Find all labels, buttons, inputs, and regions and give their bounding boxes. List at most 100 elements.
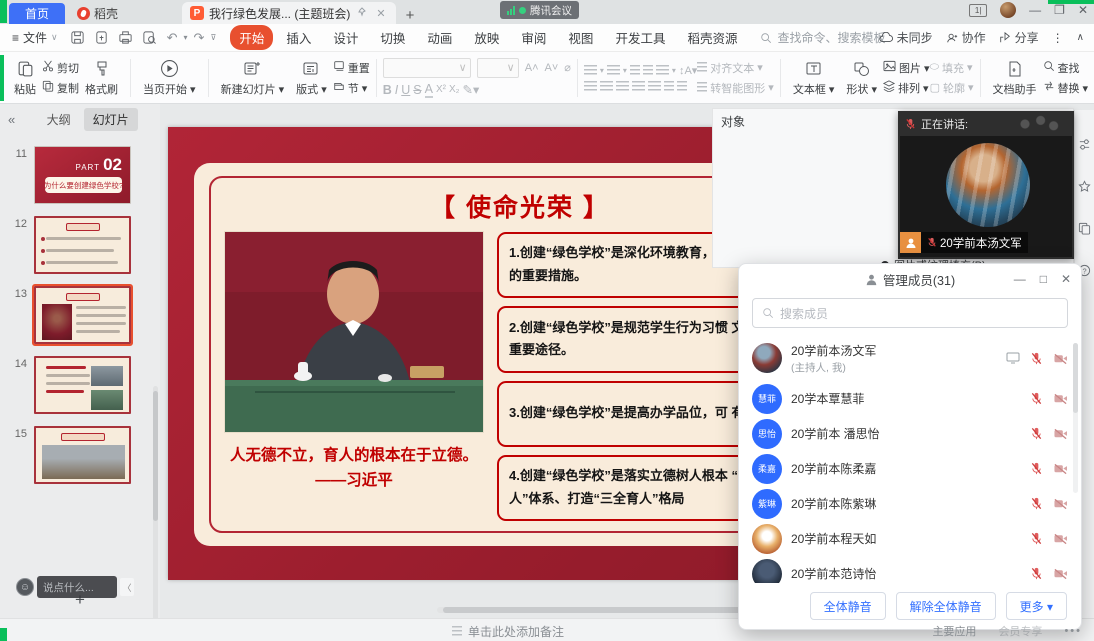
camera-muted-icon[interactable] — [1053, 532, 1068, 545]
bold-button[interactable]: B — [383, 83, 392, 97]
tab-devtools[interactable]: 开发工具 — [606, 25, 674, 50]
slide-thumb-11[interactable]: 11 PART02 为什么要创建绿色学校? — [0, 146, 160, 204]
copy-button[interactable]: 复制 — [42, 80, 79, 96]
member-row[interactable]: 思怡 20学前本 潘思怡 — [739, 416, 1081, 451]
sidebar-collapse-icon[interactable]: « — [8, 112, 15, 127]
justify-icon[interactable] — [632, 81, 645, 92]
textbox-button[interactable]: 文本框 ▾ — [787, 59, 841, 97]
camera-muted-icon[interactable] — [1053, 462, 1068, 475]
font-size-select[interactable]: ∨ — [477, 58, 519, 78]
preview-icon[interactable] — [142, 30, 157, 45]
number-list-icon[interactable] — [607, 65, 620, 76]
restore-button[interactable]: ❐ — [1054, 3, 1065, 17]
distribute-icon[interactable] — [648, 81, 661, 92]
panel-minimize-icon[interactable]: — — [1014, 272, 1026, 286]
tab-view[interactable]: 视图 — [559, 25, 602, 50]
select-button[interactable]: 选择 ▾ — [1088, 59, 1094, 97]
member-row[interactable]: 20学前本范诗怡 — [739, 556, 1081, 583]
align-right-icon[interactable] — [616, 81, 629, 92]
save-icon[interactable] — [70, 30, 85, 45]
mic-muted-icon[interactable] — [1030, 567, 1043, 580]
text-direction-icon[interactable] — [656, 65, 669, 76]
pages-icon[interactable] — [1078, 222, 1091, 238]
meeting-chat-pill[interactable]: ☺ 说点什么... 〈 — [16, 576, 134, 598]
slide-thumb-12[interactable]: 12 — [0, 216, 160, 274]
member-row[interactable]: 20学前本程天如 — [739, 521, 1081, 556]
section-button[interactable]: 节 ▾ — [333, 80, 370, 96]
export-icon[interactable] — [94, 30, 109, 45]
camera-muted-icon[interactable] — [1053, 392, 1068, 405]
unmute-all-button[interactable]: 解除全体静音 — [896, 592, 996, 620]
smart-shape-button[interactable]: 转智能图形 ▾ — [697, 80, 774, 96]
slide-thumb-15[interactable]: 15 — [0, 426, 160, 484]
ribbon-options-icon[interactable]: ⊽ — [210, 33, 216, 42]
tab-animation[interactable]: 动画 — [418, 25, 461, 50]
manage-members-panel[interactable]: 管理成员(31) — □ ✕ 搜索成员 20学前本汤文军 (主持人, 我) — [738, 263, 1082, 630]
tab-start[interactable]: 开始 — [230, 25, 273, 50]
slide-thumb-13-selected[interactable]: 13 — [0, 286, 160, 344]
chat-collapse-icon[interactable]: 〈 — [120, 578, 134, 596]
picture-button[interactable]: 图片 ▾ — [883, 60, 930, 76]
tab-home[interactable]: 首页 — [9, 3, 65, 24]
layout-button[interactable]: 版式 ▾ — [290, 59, 333, 97]
tab-design[interactable]: 设计 — [324, 25, 367, 50]
tab-layout-icon[interactable]: 1| — [969, 4, 987, 17]
panel-maximize-icon[interactable]: □ — [1040, 272, 1047, 286]
find-button[interactable]: 查找 — [1043, 60, 1089, 76]
align-left-icon[interactable] — [584, 81, 597, 92]
print-icon[interactable] — [118, 30, 133, 45]
member-list-scrollbar[interactable] — [1073, 343, 1078, 493]
align-center-icon[interactable] — [600, 81, 613, 92]
account-avatar[interactable] — [1000, 2, 1016, 18]
underline-button[interactable]: U — [401, 83, 410, 97]
member-row[interactable]: 20学前本汤文军 (主持人, 我) — [739, 335, 1081, 381]
file-menu[interactable]: ≡ 文件 ∨ — [12, 29, 58, 46]
undo-dropdown-icon[interactable]: ▾ — [184, 33, 188, 42]
subscript-button[interactable]: X₂ — [449, 84, 460, 95]
reset-button[interactable]: 重置 — [333, 60, 370, 76]
tab-outline[interactable]: 大纲 — [38, 108, 80, 131]
status-more-dots-icon[interactable]: ••• — [1064, 625, 1082, 637]
tab-slides[interactable]: 幻灯片 — [84, 108, 138, 131]
panel-close-icon[interactable]: ✕ — [1061, 272, 1071, 286]
mic-muted-icon[interactable] — [1030, 352, 1043, 365]
member-row[interactable]: 慧菲 20学本覃慧菲 — [739, 381, 1081, 416]
outline-button[interactable]: ▢轮廓 ▾ — [930, 80, 974, 96]
decrease-indent-icon[interactable] — [630, 65, 640, 76]
shape-button[interactable]: 形状 ▾ — [840, 59, 883, 97]
camera-muted-icon[interactable] — [1053, 352, 1068, 365]
replace-button[interactable]: 替换 ▾ — [1043, 80, 1089, 96]
slide-photo-leader[interactable] — [225, 232, 483, 432]
pin-icon[interactable] — [355, 7, 369, 20]
mic-muted-icon[interactable] — [1030, 427, 1043, 440]
tab-document[interactable]: P 我行绿色发展... (主题班会) ✕ — [182, 2, 396, 24]
camera-muted-icon[interactable] — [1053, 427, 1068, 440]
undo-icon[interactable]: ↶ — [167, 30, 178, 46]
slide-quote[interactable]: 人无德不立，育人的根本在于立德。 ——习近平 — [225, 444, 483, 494]
arrange-button[interactable]: 排列 ▾ — [883, 80, 930, 96]
doc-assistant-button[interactable]: 文档助手 — [987, 59, 1043, 97]
mic-muted-icon[interactable] — [1030, 462, 1043, 475]
member-search-input[interactable]: 搜索成员 — [752, 298, 1068, 328]
status-label-1[interactable]: 主要应用 — [932, 623, 976, 639]
collapse-ribbon-icon[interactable]: ∧ — [1077, 32, 1084, 43]
sync-status[interactable]: 未同步 — [879, 29, 933, 46]
align-text-button[interactable]: 对齐文本 ▾ — [697, 60, 774, 76]
new-tab-button[interactable]: + — [406, 7, 415, 24]
command-search[interactable]: 查找命令、搜索模板 — [760, 29, 885, 46]
cut-button[interactable]: 剪切 — [42, 60, 79, 76]
mute-all-button[interactable]: 全体静音 — [810, 592, 886, 620]
more-menu-icon[interactable]: ⋮ — [1052, 31, 1064, 45]
screen-share-icon[interactable] — [1006, 352, 1020, 364]
status-label-2[interactable]: 会员专享 — [998, 623, 1042, 639]
format-painter-button[interactable]: 格式刷 — [79, 59, 124, 97]
member-row[interactable]: 柔嘉 20学前本陈柔嘉 — [739, 451, 1081, 486]
line-spacing-icon[interactable]: ↕A▾ — [679, 64, 697, 77]
columns-icon[interactable] — [664, 81, 674, 92]
redo-icon[interactable]: ↷ — [194, 30, 205, 46]
camera-muted-icon[interactable] — [1053, 497, 1068, 510]
shrink-font-icon[interactable]: A˅ — [545, 62, 559, 74]
sidebar-scrollbar[interactable] — [153, 386, 158, 621]
tab-insert[interactable]: 插入 — [277, 25, 320, 50]
meeting-status-badge[interactable]: 腾讯会议 — [500, 1, 579, 19]
